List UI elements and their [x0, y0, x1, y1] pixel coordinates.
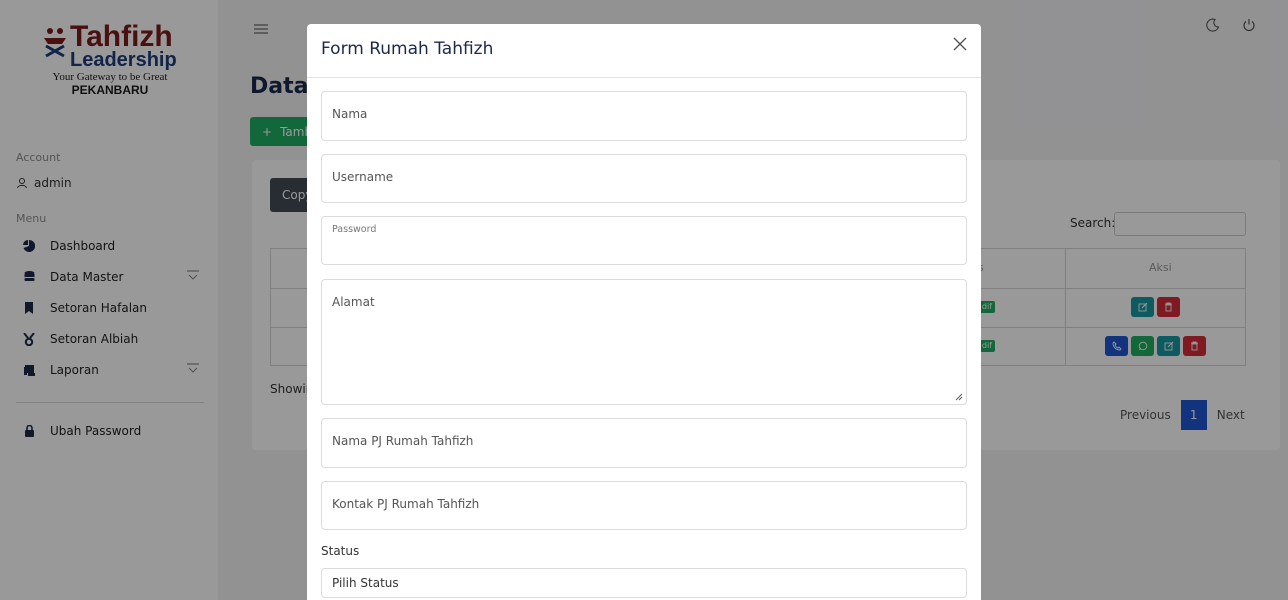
modal-title: Form Rumah Tahfizh	[321, 39, 494, 59]
kontak-pj-field[interactable]: Kontak PJ Rumah Tahfizh	[321, 481, 967, 530]
close-icon[interactable]	[951, 35, 969, 53]
status-label: Status	[321, 544, 360, 558]
username-field[interactable]: Username	[321, 154, 967, 203]
alamat-placeholder: Alamat	[332, 295, 375, 309]
kontak-pj-placeholder: Kontak PJ Rumah Tahfizh	[332, 497, 480, 511]
status-select-value: Pilih Status	[332, 576, 399, 590]
nama-placeholder: Nama	[332, 107, 368, 121]
resize-handle-icon[interactable]	[955, 393, 963, 401]
password-floating-label: Password	[332, 224, 377, 235]
modal-header: Form Rumah Tahfizh	[307, 24, 981, 78]
username-placeholder: Username	[332, 170, 394, 184]
alamat-textarea[interactable]: Alamat	[321, 279, 967, 405]
form-modal: Form Rumah Tahfizh Nama Username Passwor…	[307, 24, 981, 600]
password-field[interactable]: Password	[321, 216, 967, 265]
nama-pj-placeholder: Nama PJ Rumah Tahfizh	[332, 434, 474, 448]
nama-field[interactable]: Nama	[321, 91, 967, 141]
status-select[interactable]: Pilih Status	[321, 568, 967, 598]
nama-pj-field[interactable]: Nama PJ Rumah Tahfizh	[321, 418, 967, 468]
